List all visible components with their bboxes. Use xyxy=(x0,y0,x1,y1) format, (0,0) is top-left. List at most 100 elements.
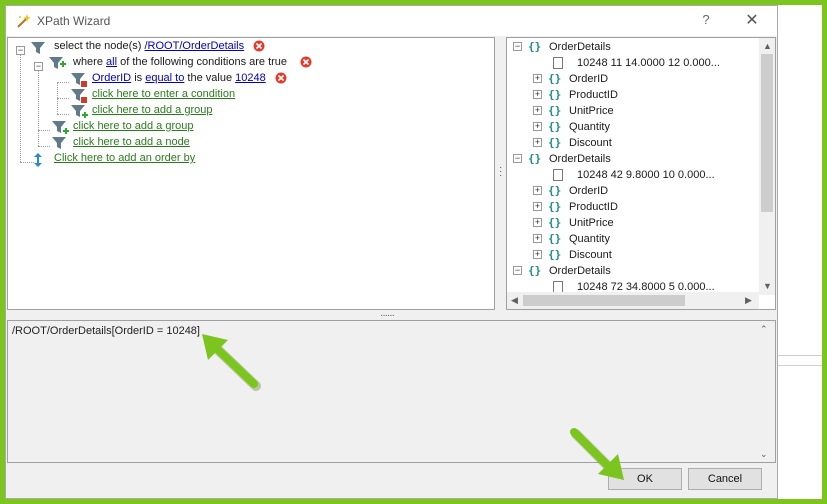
xml-element-row[interactable]: −{} OrderDetails xyxy=(507,263,757,279)
xpath-expression[interactable]: /ROOT/OrderDetails[OrderID = 10248] xyxy=(12,325,200,337)
expand-toggle[interactable]: − xyxy=(513,154,522,163)
condition-icon xyxy=(71,73,87,87)
element-icon: {} xyxy=(548,200,562,213)
tree-connector xyxy=(57,82,69,83)
xml-element-row[interactable]: + {} OrderID xyxy=(507,183,757,199)
scroll-down-icon[interactable]: ▼ xyxy=(763,281,772,291)
xml-node-label: OrderDetails xyxy=(549,265,611,277)
condition-add-icon xyxy=(71,89,87,103)
delete-icon[interactable] xyxy=(275,72,287,84)
magic-wand-icon xyxy=(17,14,31,28)
expand-toggle[interactable]: + xyxy=(533,90,542,99)
add-order-by-link[interactable]: Click here to add an order by xyxy=(54,150,195,166)
element-icon: {} xyxy=(548,216,562,229)
collapse-toggle[interactable]: − xyxy=(34,62,43,71)
add-group-link-outer[interactable]: click here to add a group xyxy=(73,118,193,134)
xml-element-row[interactable]: −{} OrderDetails xyxy=(507,39,757,55)
expand-toggle[interactable]: + xyxy=(533,234,542,243)
expand-toggle[interactable]: + xyxy=(533,186,542,195)
expand-toggle[interactable]: − xyxy=(513,42,522,51)
where-suffix-label: of the following conditions are true xyxy=(120,56,288,68)
scroll-down-icon[interactable]: ⌄ xyxy=(760,449,768,460)
expand-toggle[interactable]: + xyxy=(533,250,542,259)
xml-node-label: OrderDetails xyxy=(549,41,611,53)
scroll-up-icon[interactable]: ▲ xyxy=(763,41,772,51)
xml-element-row[interactable]: + {} Quantity xyxy=(507,119,757,135)
background-divider xyxy=(778,365,822,366)
scroll-right-icon[interactable]: ▶ xyxy=(745,295,752,306)
element-icon: {} xyxy=(528,264,542,277)
xml-source-tree[interactable]: −{} OrderDetails 10248 11 14.0000 12 0.000… xyxy=(506,37,776,310)
select-path-link[interactable]: /ROOT/OrderDetails xyxy=(145,40,245,52)
query-builder-tree[interactable]: − select the node(s) /ROOT/OrderDetails … xyxy=(7,37,495,310)
annotation-arrow-icon xyxy=(570,428,624,480)
expand-toggle[interactable]: + xyxy=(533,138,542,147)
expand-toggle[interactable]: + xyxy=(533,218,542,227)
condition-value-link[interactable]: 10248 xyxy=(235,72,266,84)
tree-connector xyxy=(38,146,50,147)
element-icon: {} xyxy=(528,152,542,165)
condition-operator-link[interactable]: equal to xyxy=(145,72,184,84)
expand-toggle[interactable]: + xyxy=(533,202,542,211)
background-divider xyxy=(778,355,822,356)
xml-element-row[interactable]: + {} ProductID xyxy=(507,87,757,103)
xml-element-row[interactable]: + {} ProductID xyxy=(507,199,757,215)
xml-node-label: UnitPrice xyxy=(569,105,614,117)
xml-element-row[interactable]: −{} OrderDetails xyxy=(507,151,757,167)
cancel-button[interactable]: Cancel xyxy=(688,468,762,490)
xml-element-row[interactable]: + {} Discount xyxy=(507,135,757,151)
delete-icon[interactable] xyxy=(253,40,265,52)
xpath-output-box[interactable]: /ROOT/OrderDetails[OrderID = 10248] ⌃ ⌄ xyxy=(7,320,776,463)
expand-toggle[interactable]: − xyxy=(513,266,522,275)
xml-element-row[interactable]: + {} UnitPrice xyxy=(507,103,757,119)
condition-value-label: the value xyxy=(187,72,233,84)
xml-element-row[interactable]: + {} Discount xyxy=(507,247,757,263)
xml-text-row[interactable]: 10248 42 9.8000 10 0.000... xyxy=(507,167,757,183)
condition-is-label: is xyxy=(134,72,143,84)
vertical-splitter[interactable]: · · · xyxy=(499,163,502,181)
close-button[interactable]: ✕ xyxy=(740,10,764,32)
condition-row: OrderID is equal to the value 10248 xyxy=(92,70,266,86)
vertical-scrollbar[interactable]: ▲ ▼ xyxy=(759,38,775,295)
help-button[interactable]: ? xyxy=(698,12,714,30)
condition-field-link[interactable]: OrderID xyxy=(92,72,131,84)
scrollbar-thumb[interactable] xyxy=(523,295,685,306)
horizontal-scrollbar[interactable]: ◀ ▶ xyxy=(507,292,759,309)
delete-icon[interactable] xyxy=(300,56,312,68)
tree-connector xyxy=(38,130,50,131)
xml-element-row[interactable]: + {} OrderID xyxy=(507,71,757,87)
where-all-link[interactable]: all xyxy=(106,56,117,68)
tree-connector xyxy=(38,66,39,146)
sort-order-icon xyxy=(34,153,42,167)
element-icon: {} xyxy=(548,72,562,85)
xml-text-row[interactable]: 10248 11 14.0000 12 0.000... xyxy=(507,55,757,71)
scroll-left-icon[interactable]: ◀ xyxy=(511,295,518,306)
text-node-icon xyxy=(553,57,563,69)
expand-toggle[interactable]: + xyxy=(533,122,542,131)
window-title: XPath Wizard xyxy=(37,14,111,28)
add-node-link[interactable]: click here to add a node xyxy=(73,134,190,150)
element-icon: {} xyxy=(528,40,542,53)
element-icon: {} xyxy=(548,248,562,261)
xml-node-label: 10248 42 9.8000 10 0.000... xyxy=(577,169,715,181)
xml-node-label: ProductID xyxy=(569,89,618,101)
xml-element-row[interactable]: + {} Quantity xyxy=(507,231,757,247)
scrollbar-thumb[interactable] xyxy=(761,54,773,212)
xpath-wizard-dialog: XPath Wizard ? ✕ − select the node(s) /R… xyxy=(5,5,778,499)
xml-node-label: OrderID xyxy=(569,185,609,197)
where-row: where all of the following conditions ar… xyxy=(73,54,287,70)
collapse-toggle[interactable]: − xyxy=(16,46,25,55)
element-icon: {} xyxy=(548,88,562,101)
xml-element-row[interactable]: + {} UnitPrice xyxy=(507,215,757,231)
select-label: select the node(s) xyxy=(54,40,142,52)
add-group-link-inner[interactable]: click here to add a group xyxy=(92,102,212,118)
scroll-up-icon[interactable]: ⌃ xyxy=(760,324,768,335)
enter-condition-link[interactable]: click here to enter a condition xyxy=(92,86,235,102)
expand-toggle[interactable]: + xyxy=(533,74,542,83)
expand-toggle[interactable]: + xyxy=(533,106,542,115)
element-icon: {} xyxy=(548,120,562,133)
select-node-row: select the node(s) /ROOT/OrderDetails xyxy=(54,38,244,54)
xml-node-label: 10248 11 14.0000 12 0.000... xyxy=(577,57,720,69)
where-label: where xyxy=(73,56,103,68)
xml-node-label: ProductID xyxy=(569,201,618,213)
